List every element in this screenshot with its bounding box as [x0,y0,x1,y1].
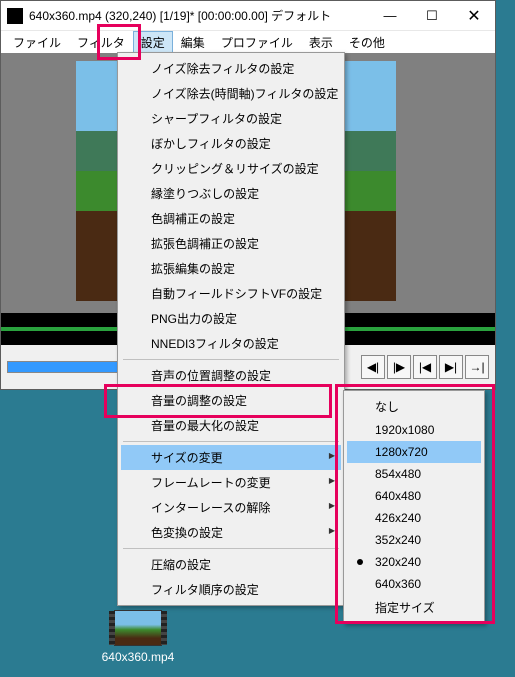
submenu-item[interactable]: 1920x1080 [347,419,481,441]
menu-item[interactable]: フィルタ順序の設定 [121,577,341,602]
transport-buttons: ◀||▶|◀▶|→| [361,355,489,379]
menu-item[interactable]: 拡張編集の設定 [121,256,341,281]
close-button[interactable]: ✕ [453,1,495,31]
file-name: 640x360.mp4 [93,650,183,664]
transport-button-0[interactable]: ◀| [361,355,385,379]
transport-button-4[interactable]: →| [465,355,489,379]
menubar: ファイルフィルタ設定編集プロファイル表示その他 [1,31,495,53]
menu-item-2[interactable]: 設定 [133,31,173,54]
menu-item[interactable]: 拡張色調補正の設定 [121,231,341,256]
minimize-button[interactable]: — [369,1,411,31]
menu-item[interactable]: ノイズ除去(時間軸)フィルタの設定 [121,81,341,106]
file-thumbnail-icon [114,610,162,646]
menu-item[interactable]: 音量の最大化の設定 [121,413,341,438]
menu-item-3[interactable]: 編集 [173,31,213,54]
app-icon [7,8,23,24]
submenu-item[interactable]: 352x240 [347,529,481,551]
menu-item[interactable]: シャープフィルタの設定 [121,106,341,131]
transport-button-3[interactable]: ▶| [439,355,463,379]
menu-item[interactable]: 色変換の設定 [121,520,341,545]
menu-item[interactable]: ノイズ除去フィルタの設定 [121,56,341,81]
window-title: 640x360.mp4 (320,240) [1/19]* [00:00:00.… [23,7,369,24]
size-submenu: なし1920x10801280x720854x480640x480426x240… [343,390,485,624]
settings-menu: ノイズ除去フィルタの設定ノイズ除去(時間軸)フィルタの設定シャープフィルタの設定… [117,52,345,606]
menu-item-1[interactable]: フィルタ [69,31,133,54]
menu-item[interactable]: 縁塗りつぶしの設定 [121,181,341,206]
maximize-button[interactable]: ☐ [411,1,453,31]
submenu-item[interactable]: 320x240 [347,551,481,573]
submenu-item[interactable]: 1280x720 [347,441,481,463]
menu-item[interactable]: クリッピング＆リサイズの設定 [121,156,341,181]
menu-item-4[interactable]: プロファイル [213,31,301,54]
submenu-item[interactable]: なし [347,394,481,419]
menu-item-6[interactable]: その他 [341,31,393,54]
menu-item[interactable]: 圧縮の設定 [121,552,341,577]
desktop-file[interactable]: 640x360.mp4 [93,610,183,664]
menu-item-5[interactable]: 表示 [301,31,341,54]
submenu-item[interactable]: 640x360 [347,573,481,595]
submenu-item[interactable]: 指定サイズ [347,595,481,620]
titlebar: 640x360.mp4 (320,240) [1/19]* [00:00:00.… [1,1,495,31]
menu-item[interactable]: PNG出力の設定 [121,306,341,331]
transport-button-1[interactable]: |▶ [387,355,411,379]
menu-item[interactable]: ぼかしフィルタの設定 [121,131,341,156]
menu-item[interactable]: 音量の調整の設定 [121,388,341,413]
submenu-item[interactable]: 854x480 [347,463,481,485]
selected-dot-icon [357,559,363,565]
submenu-item[interactable]: 426x240 [347,507,481,529]
menu-item[interactable]: NNEDI3フィルタの設定 [121,331,341,356]
menu-item[interactable]: 音声の位置調整の設定 [121,363,341,388]
menu-item-0[interactable]: ファイル [5,31,69,54]
menu-item[interactable]: インターレースの解除 [121,495,341,520]
submenu-item[interactable]: 640x480 [347,485,481,507]
menu-item[interactable]: 自動フィールドシフトVFの設定 [121,281,341,306]
menu-item[interactable]: サイズの変更 [121,445,341,470]
menu-item[interactable]: フレームレートの変更 [121,470,341,495]
transport-button-2[interactable]: |◀ [413,355,437,379]
menu-item[interactable]: 色調補正の設定 [121,206,341,231]
